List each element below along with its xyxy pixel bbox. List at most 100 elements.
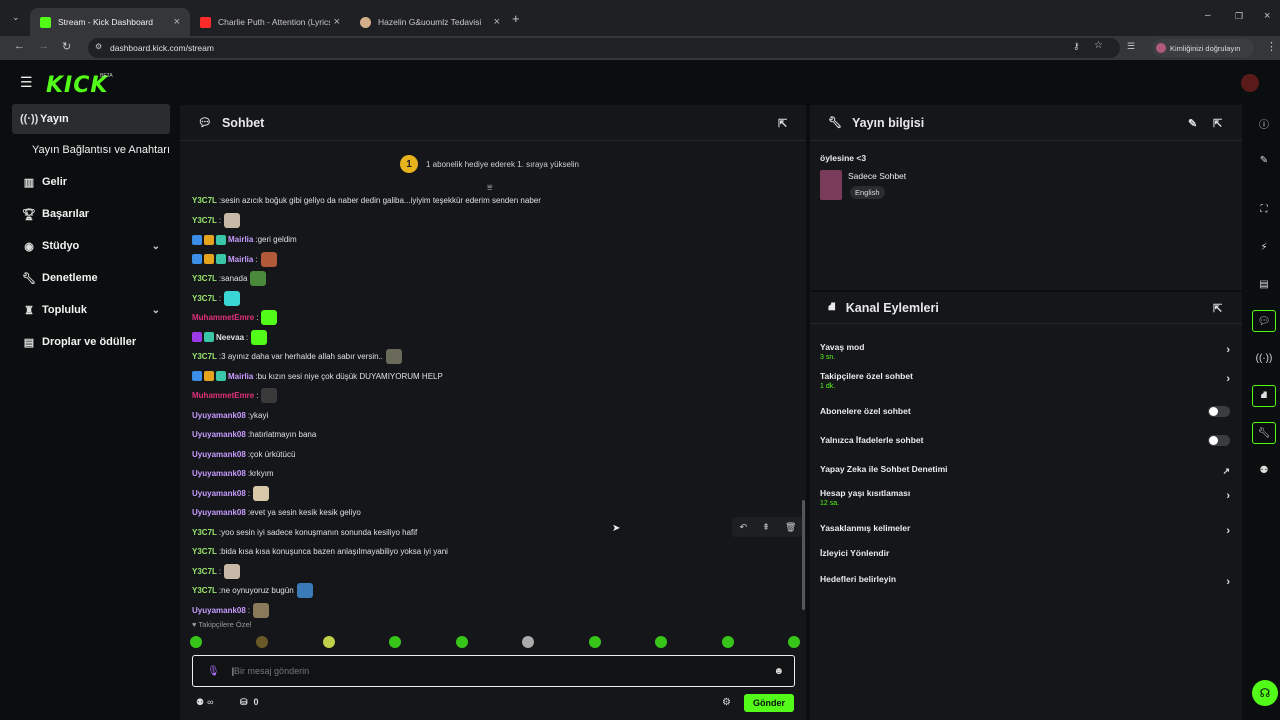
browser-tab-kick[interactable]: Stream - Kick Dashboard × [30, 8, 190, 36]
followers-only-row[interactable]: Takipçilere özel sohbet 1 dk. › [820, 371, 1230, 390]
ai-moderation-row[interactable]: Yapay Zeka ile Sohbet Denetimi ↗ [820, 464, 1230, 476]
community-icon[interactable]: ⚉ [1252, 459, 1276, 481]
minimize-icon[interactable]: – [1205, 10, 1211, 21]
chat-username[interactable]: Y3C7L [192, 274, 217, 283]
chat-username[interactable]: Uyuyamank08 [192, 606, 246, 615]
quick-emote-icon[interactable] [655, 636, 668, 648]
edit-pencil-icon[interactable]: ✎ [1252, 149, 1276, 171]
forward-icon[interactable]: → [38, 40, 49, 52]
bot-infinity-indicator[interactable]: ⚉ ∞ [196, 697, 214, 708]
chat-message[interactable]: Uyuyamank08: çok ürkütücü [180, 445, 800, 465]
user-badge-icon[interactable] [192, 371, 202, 382]
sidebar-item-denetleme[interactable]: 🔧︎ Denetleme [0, 262, 176, 294]
new-tab-icon[interactable]: + [512, 11, 520, 26]
chat-username[interactable]: Y3C7L [192, 196, 217, 205]
user-badge-icon[interactable] [204, 234, 214, 245]
chat-message[interactable]: MuhammetEmre: [180, 308, 800, 328]
chat-message[interactable]: Uyuyamank08: hatırlatmayın bana [180, 425, 800, 445]
wrench-toggle-icon[interactable]: 🔧︎ [1252, 422, 1276, 444]
user-badge-icon[interactable] [204, 254, 214, 265]
chat-message[interactable]: Uyuyamank08: ykayi [180, 406, 800, 426]
chat-message[interactable]: Y3C7L: ne oynuyoruz bugün [180, 581, 800, 601]
user-badge-icon[interactable] [204, 371, 214, 382]
user-badge-icon[interactable] [204, 332, 214, 343]
chat-username[interactable]: MuhammetEmre [192, 391, 254, 400]
host-viewers-row[interactable]: İzleyici Yönlendir [820, 548, 1230, 558]
site-info-icon[interactable]: ⚙ [95, 42, 102, 51]
chat-message[interactable]: Mairlia: geri geldim [180, 230, 800, 250]
lightning-icon[interactable]: ⚡︎ [1252, 236, 1276, 258]
chat-message[interactable]: Y3C7L: sesin azıcık boğuk gibi geliyo da… [180, 191, 800, 211]
focus-frame-icon[interactable]: ⛶ [1252, 198, 1276, 220]
banned-words-row[interactable]: Yasaklanmış kelimeler › [820, 523, 1230, 537]
sidebar-item-droplar[interactable]: ▤ Droplar ve ödüller [0, 326, 176, 358]
quick-emote-icon[interactable] [256, 636, 269, 648]
chat-toggle-icon[interactable]: 💬︎ [1252, 310, 1276, 332]
chat-message[interactable]: Y3C7L: [180, 211, 800, 231]
sidebar-item-basarilar[interactable]: 🏆︎ Başarılar [0, 198, 176, 230]
window-close-icon[interactable]: × [1264, 10, 1270, 22]
account-age-row[interactable]: Hesap yaşı kısıtlaması 12 sa. › [820, 488, 1230, 507]
chat-emote-icon[interactable] [260, 251, 277, 267]
chat-emote-icon[interactable] [296, 583, 313, 599]
browser-tab-third[interactable]: Hazelin G&uoumlz Tedavisi × [350, 8, 510, 36]
chat-settings-gear-icon[interactable]: ⚙ [722, 697, 731, 708]
user-badge-icon[interactable] [216, 234, 226, 245]
chat-emote-icon[interactable] [386, 349, 403, 365]
user-badge-icon[interactable] [192, 332, 202, 343]
bookmark-star-icon[interactable]: ☆ [1094, 40, 1103, 51]
chat-username[interactable]: Y3C7L [192, 547, 217, 556]
chat-message[interactable]: Y3C7L: bida kısa kısa konuşunca bazen an… [180, 542, 800, 562]
chat-username[interactable]: Neevaa [216, 333, 244, 342]
chat-message[interactable]: Y3C7L: yoo sesin iyi sadece konuşmanın s… [180, 523, 800, 543]
chat-emote-icon[interactable] [224, 212, 241, 228]
chat-username[interactable]: Uyuyamank08 [192, 411, 246, 420]
chat-emote-icon[interactable] [250, 271, 267, 287]
send-button[interactable]: Gönder [744, 694, 794, 712]
quick-emote-icon[interactable] [588, 636, 601, 648]
user-badge-icon[interactable] [192, 254, 202, 265]
sidebar-item-yayin[interactable]: ((·)) Yayın [12, 104, 170, 134]
chat-username[interactable]: Uyuyamank08 [192, 430, 246, 439]
pin-icon[interactable]: ⇞ [762, 522, 770, 533]
gift-counter[interactable]: ⛁ 0 [240, 697, 259, 708]
mic-icon[interactable]: 🎙︎ [207, 666, 220, 677]
chat-emote-icon[interactable] [261, 388, 278, 404]
chat-emote-icon[interactable] [224, 290, 241, 306]
hamburger-menu-icon[interactable]: ☰ [20, 74, 33, 91]
quick-emote-icon[interactable] [190, 636, 202, 648]
close-tab-icon[interactable]: × [494, 16, 500, 28]
user-badge-icon[interactable] [216, 371, 226, 382]
sidebar-item-gelir[interactable]: ▥ Gelir [0, 166, 176, 198]
close-tab-icon[interactable]: × [174, 16, 180, 28]
chat-input[interactable]: 🎙︎ | Bir mesaj gönderin ☻ [192, 655, 795, 687]
address-bar[interactable]: ⚙ dashboard.kick.com/stream ⚷ ☆ [88, 38, 1120, 58]
chat-message[interactable]: Mairlia: [180, 250, 800, 270]
quick-emote-icon[interactable] [721, 636, 734, 648]
delete-icon[interactable]: 🗑︎ [785, 522, 796, 533]
chat-message[interactable]: Y3C7L: [180, 289, 800, 309]
chat-message[interactable]: Mairlia: bu kızın sesi niye çok düşük DU… [180, 367, 800, 387]
browser-tab-youtube[interactable]: Charlie Puth - Attention (Lyrics) × [190, 8, 350, 36]
category-name[interactable]: Sadece Sohbet [848, 171, 906, 181]
edit-pencil-icon[interactable]: ✎ [1188, 117, 1197, 130]
chat-scrollbar[interactable] [802, 500, 805, 610]
set-goals-row[interactable]: Hedefleri belirleyin › [820, 574, 1230, 588]
quick-emote-icon[interactable] [787, 636, 800, 648]
chat-username[interactable]: Mairlia [228, 372, 253, 381]
password-key-icon[interactable]: ⚷ [1073, 41, 1080, 52]
chat-message[interactable]: Uyuyamank08: krkyım [180, 464, 800, 484]
chat-username[interactable]: Mairlia [228, 255, 253, 264]
sidebar-subitem-stream-key[interactable]: Yayın Bağlantısı ve Anahtarı [0, 134, 176, 166]
chat-message[interactable]: Y3C7L: sanada [180, 269, 800, 289]
slow-mode-row[interactable]: Yavaş mod 3 sn. › [820, 342, 1230, 361]
browser-menu-icon[interactable]: ⋮ [1266, 40, 1277, 53]
back-icon[interactable]: ← [14, 40, 25, 52]
popout-icon[interactable]: ⇱ [778, 117, 787, 130]
user-badge-icon[interactable] [216, 254, 226, 265]
chat-message[interactable]: Uyuyamank08: [180, 484, 800, 504]
popout-icon[interactable]: ⇱ [1213, 302, 1222, 315]
tab-search-icon[interactable]: ⌄ [12, 12, 20, 23]
quick-emote-icon[interactable] [522, 636, 535, 648]
chat-message[interactable]: Uyuyamank08: evet ya sesin kesik kesik g… [180, 503, 800, 523]
